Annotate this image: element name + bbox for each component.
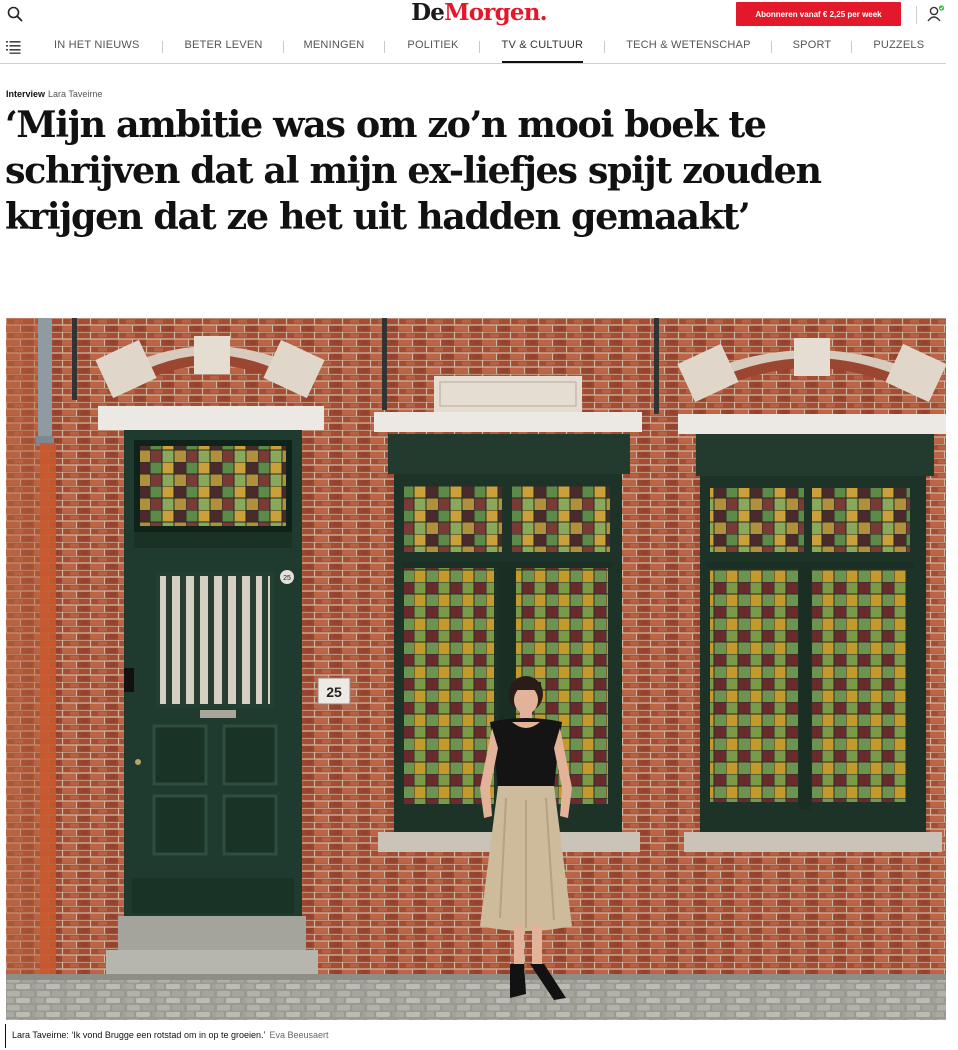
nav-item-beter-leven[interactable]: BETER LEVEN [185,34,263,63]
subscribe-button[interactable]: Abonneren vanaf € 2,25 per week [736,2,901,26]
main-navigation: IN HET NIEUWS BETER LEVEN MENINGEN POLIT… [0,34,946,64]
nav-separator [161,41,163,53]
door-number: 25 [283,575,291,582]
nav-separator [478,41,480,53]
logo-part-de: De [411,0,445,26]
header-divider [916,6,917,24]
article-photo: 25 25 [6,318,946,1020]
nav-item-sport[interactable]: SPORT [793,34,832,63]
nav-separator [282,41,284,53]
photo-caption: Lara Taveirne: ‘Ik vond Brugge een rotst… [5,1024,329,1048]
nav-item-puzzels[interactable]: PUZZELS [873,34,924,63]
article-kicker: Interview Lara Taveirne [6,89,102,99]
nav-items: IN HET NIEUWS BETER LEVEN MENINGEN POLIT… [34,34,946,63]
photo-credit: Eva Beeusaert [269,1030,329,1040]
user-icon[interactable] [926,4,946,24]
logo-part-morgen: Morgen [444,0,540,26]
article-author-link[interactable]: Lara Taveirne [48,89,102,99]
article-type: Interview [6,89,46,99]
article-headline: ‘Mijn ambitie was om zo’n mooi boek te s… [5,103,822,238]
caption-text: Lara Taveirne: ‘Ik vond Brugge een rotst… [12,1030,266,1040]
site-header: DeMorgen. Abonneren vanaf € 2,25 per wee… [0,0,958,30]
nav-separator [770,41,772,53]
menu-list-icon[interactable] [6,39,22,55]
nav-separator [851,41,853,53]
nav-separator [604,41,606,53]
nav-item-in-het-nieuws[interactable]: IN HET NIEUWS [54,34,140,63]
nav-item-politiek[interactable]: POLITIEK [407,34,458,63]
logo-part-dot: . [539,0,548,26]
nav-item-tech-wetenschap[interactable]: TECH & WETENSCHAP [626,34,750,63]
house-number: 25 [326,684,342,700]
nav-item-meningen[interactable]: MENINGEN [304,34,365,63]
search-icon[interactable] [6,5,24,23]
nav-separator [384,41,386,53]
nav-item-tv-cultuur[interactable]: TV & CULTUUR [501,34,584,63]
